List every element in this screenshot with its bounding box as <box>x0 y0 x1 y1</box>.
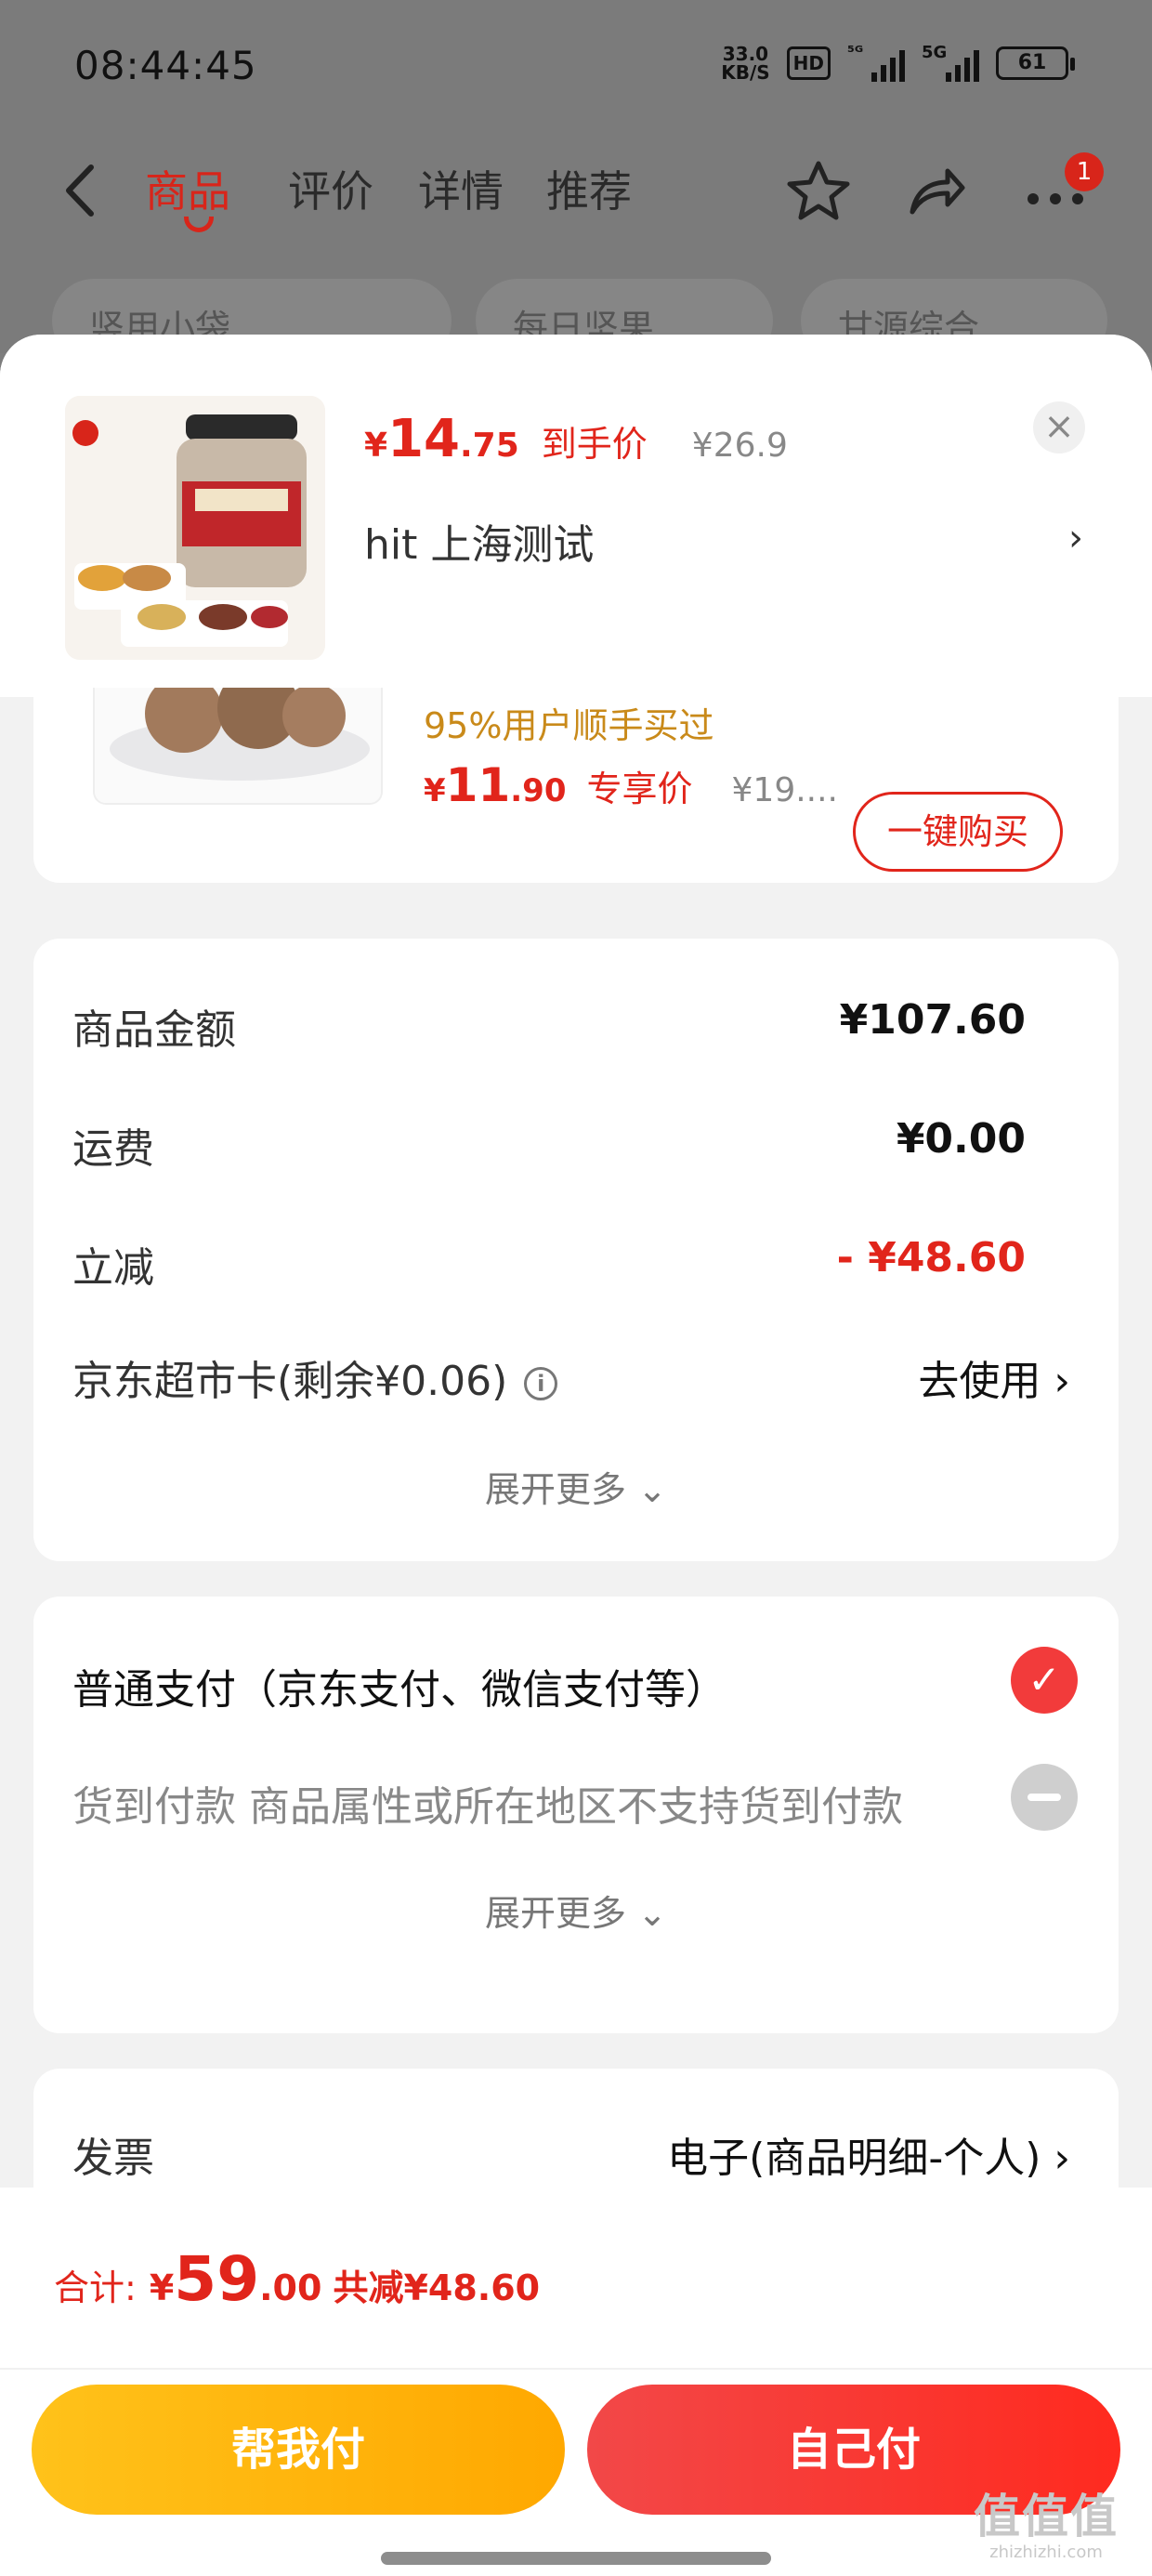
original-price: ¥26.9 <box>691 427 788 465</box>
goods-amount-value: ¥107.60 <box>839 996 1026 1044</box>
expand-more-button[interactable]: 展开更多 ⌄ <box>33 1461 1119 1512</box>
close-icon: × <box>1043 405 1075 448</box>
recommend-price-label: 专享价 <box>586 769 693 809</box>
invoice-label: 发票 <box>72 2135 154 2182</box>
product-price-row: ¥14.75 到手价 ¥26.9 <box>364 409 788 469</box>
chevron-down-icon: ⌄ <box>637 1893 667 1934</box>
signal-icon-2: 5G <box>922 43 979 82</box>
payment-method-card: 普通支付（京东支付、微信支付等） ✓ 货到付款 商品属性或所在地区不支持货到付款… <box>33 1597 1119 2033</box>
share-icon[interactable] <box>903 158 968 223</box>
chevron-right-icon[interactable]: › <box>1068 517 1083 559</box>
help-me-pay-button[interactable]: 帮我付 <box>32 2385 565 2515</box>
tab-recommend[interactable]: 推荐 <box>546 158 632 219</box>
discount-value: - ¥48.60 <box>836 1234 1026 1281</box>
total-amount: 59 <box>174 2243 260 2315</box>
goods-amount-label: 商品金额 <box>72 1006 236 1054</box>
recommend-product-image <box>93 688 383 805</box>
payment-expand-more-button[interactable]: 展开更多 ⌄ <box>33 1885 1119 1936</box>
invoice-value[interactable]: 电子(商品明细-个人) › <box>667 2124 1070 2184</box>
goods-amount-row: 商品金额 ¥107.60 <box>72 996 1026 1056</box>
supermarket-card-row[interactable]: 京东超市卡(剩余¥0.06) i 去使用 › <box>72 1347 1070 1407</box>
notification-badge: 1 <box>1065 152 1104 191</box>
order-summary-card: 商品金额 ¥107.60 运费 ¥0.00 立减 - ¥48.60 京东超市卡(… <box>33 939 1119 1561</box>
shipping-value: ¥0.00 <box>896 1115 1026 1163</box>
checkout-sheet: ¥14.75 到手价 ¥26.9 hit 上海测试 › × 95%用户顺手买过 … <box>0 335 1152 2576</box>
chevron-right-icon: › <box>1054 1358 1070 1405</box>
recommend-price: ¥11.90 <box>424 758 567 812</box>
favorite-star-icon[interactable] <box>786 158 851 223</box>
delivery-address[interactable]: hit 上海测试 <box>364 511 594 571</box>
selected-check-icon[interactable]: ✓ <box>1011 1647 1078 1714</box>
tab-details[interactable]: 详情 <box>418 158 504 219</box>
discount-row: 立减 - ¥48.60 <box>72 1234 1026 1294</box>
footer-divider <box>0 2368 1152 2370</box>
recommend-original-price: ¥19.... <box>731 771 839 809</box>
sheet-header: ¥14.75 到手价 ¥26.9 hit 上海测试 › × <box>0 335 1152 697</box>
order-total: 合计: ¥59.00 共减¥48.60 <box>54 2243 541 2315</box>
tab-reviews[interactable]: 评价 <box>288 158 373 219</box>
shipping-row: 运费 ¥0.00 <box>72 1115 1026 1175</box>
chevron-right-icon: › <box>1054 2135 1070 2182</box>
status-indicators: 33.0 KB/S HD ⁵ᴳ 5G 61 <box>721 43 1075 84</box>
product-thumbnail <box>65 396 325 660</box>
total-label: 合计: <box>54 2267 137 2308</box>
disabled-minus-icon <box>1011 1764 1078 1831</box>
hd-icon: HD <box>786 46 831 80</box>
one-click-buy-button[interactable]: 一键购买 <box>853 792 1063 872</box>
invoice-row[interactable]: 发票 电子(商品明细-个人) › <box>72 2124 1070 2184</box>
back-arrow-icon[interactable] <box>56 158 111 223</box>
network-speed: 33.0 KB/S <box>721 43 770 84</box>
recommend-card: 95%用户顺手买过 ¥11.90 专享价 ¥19.... 一键购买 <box>33 688 1119 883</box>
product-top-nav: 商品 评价 详情 推荐 1 <box>0 139 1152 242</box>
final-price: ¥14.75 <box>364 409 519 469</box>
tab-goods[interactable]: 商品 <box>145 158 230 232</box>
payment-cod: 货到付款 商品属性或所在地区不支持货到付款 <box>72 1783 903 1831</box>
more-menu[interactable]: 1 <box>1020 152 1104 223</box>
signal-icon: ⁵ᴳ <box>847 43 905 82</box>
use-card-link[interactable]: 去使用 › <box>918 1347 1070 1407</box>
status-time: 08:44:45 <box>74 43 257 88</box>
final-price-label: 到手价 <box>541 424 648 465</box>
home-indicator[interactable] <box>381 2552 771 2565</box>
close-button[interactable]: × <box>1033 401 1085 453</box>
supermarket-card-label: 京东超市卡(剩余¥0.06) <box>72 1358 508 1405</box>
total-discount: 共减¥48.60 <box>333 2267 541 2308</box>
info-icon[interactable]: i <box>524 1367 558 1400</box>
battery-icon: 61 <box>996 46 1075 80</box>
chevron-down-icon: ⌄ <box>637 1469 667 1510</box>
recommend-price-row: ¥11.90 专享价 ¥19.... <box>424 758 838 812</box>
shipping-label: 运费 <box>72 1125 154 1173</box>
recommend-tip: 95%用户顺手买过 <box>424 705 714 746</box>
watermark-logo: 值值值 zhizhizhi.com <box>974 2490 1119 2562</box>
discount-label: 立减 <box>72 1244 154 1292</box>
status-bar: 08:44:45 33.0 KB/S HD ⁵ᴳ 5G 61 <box>0 0 1152 130</box>
payment-normal[interactable]: 普通支付（京东支付、微信支付等） <box>72 1656 727 1715</box>
